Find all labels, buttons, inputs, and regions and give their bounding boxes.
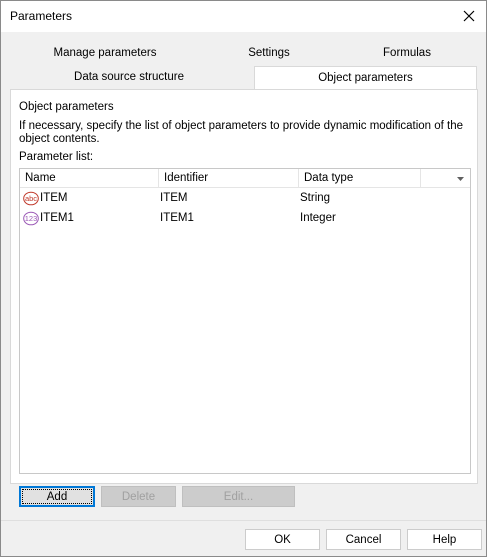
title-bar: Parameters xyxy=(1,1,486,32)
cell-name: ITEM xyxy=(40,192,68,204)
column-header-name[interactable]: Name xyxy=(20,169,159,188)
ok-button-label: OK xyxy=(274,533,291,546)
edit-button-label: Edit... xyxy=(223,490,254,503)
list-header: Name Identifier Data type xyxy=(20,169,470,188)
parameter-list-label: Parameter list: xyxy=(19,151,94,163)
add-button[interactable]: Add xyxy=(19,486,95,507)
delete-button[interactable]: Delete xyxy=(101,486,176,507)
cell-data-type: Integer xyxy=(300,212,336,224)
tab-manage-parameters[interactable]: Manage parameters xyxy=(31,42,179,64)
tab-formulas[interactable]: Formulas xyxy=(357,42,457,64)
column-chooser-button[interactable] xyxy=(421,169,470,188)
parameter-list[interactable]: Name Identifier Data type abc ITEM ITEM … xyxy=(19,168,471,474)
chevron-down-icon xyxy=(457,176,464,181)
object-parameters-panel: Object parameters If necessary, specify … xyxy=(10,89,478,484)
tab-row-1: Manage parameters Settings Formulas xyxy=(1,42,486,64)
add-button-label: Add xyxy=(46,490,68,503)
table-row[interactable]: 123 ITEM1 ITEM1 Integer xyxy=(20,208,470,228)
cell-identifier: ITEM xyxy=(160,192,188,204)
parameters-dialog: Parameters Manage parameters Settings Fo… xyxy=(0,0,487,557)
tab-settings[interactable]: Settings xyxy=(219,42,319,64)
string-type-icon: abc xyxy=(23,191,39,206)
svg-text:abc: abc xyxy=(25,194,37,203)
cell-identifier: ITEM1 xyxy=(160,212,194,224)
tab-label: Manage parameters xyxy=(53,47,157,59)
cancel-button-label: Cancel xyxy=(345,533,382,546)
cell-name: ITEM1 xyxy=(40,212,74,224)
group-title: Object parameters xyxy=(19,101,114,113)
delete-button-label: Delete xyxy=(121,490,156,503)
close-button[interactable] xyxy=(452,1,486,31)
svg-text:123: 123 xyxy=(25,214,38,223)
window-title: Parameters xyxy=(10,9,73,23)
help-button-label: Help xyxy=(432,533,457,546)
tab-label: Data source structure xyxy=(74,71,184,83)
close-icon xyxy=(463,10,475,22)
help-button[interactable]: Help xyxy=(407,529,482,550)
table-row[interactable]: abc ITEM ITEM String xyxy=(20,188,470,208)
column-header-data-type[interactable]: Data type xyxy=(299,169,421,188)
tab-label: Formulas xyxy=(383,47,431,59)
cell-data-type: String xyxy=(300,192,331,204)
edit-button[interactable]: Edit... xyxy=(182,486,295,507)
tab-row-2: Data source structure Object parameters xyxy=(1,66,486,89)
column-header-identifier[interactable]: Identifier xyxy=(159,169,299,188)
tab-object-parameters[interactable]: Object parameters xyxy=(254,66,477,89)
integer-type-icon: 123 xyxy=(23,211,39,226)
ok-button[interactable]: OK xyxy=(245,529,320,550)
cancel-button[interactable]: Cancel xyxy=(326,529,401,550)
tab-label: Settings xyxy=(248,47,290,59)
tab-data-source-structure[interactable]: Data source structure xyxy=(41,66,217,88)
dialog-footer: OK Cancel Help xyxy=(1,520,486,556)
description-text: If necessary, specify the list of object… xyxy=(19,120,464,145)
tab-label: Object parameters xyxy=(318,72,413,84)
